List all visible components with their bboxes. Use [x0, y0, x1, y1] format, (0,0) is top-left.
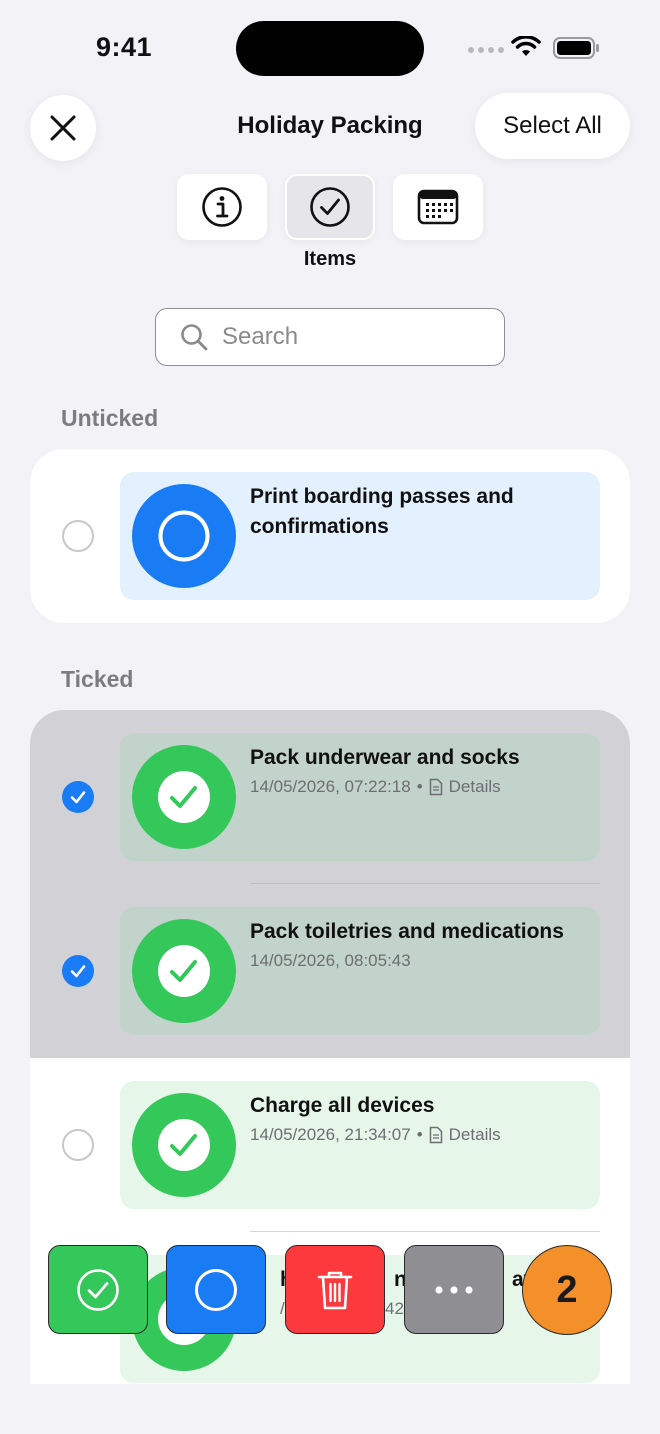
untick-icon [195, 1268, 237, 1311]
tick-selected-button[interactable] [48, 1245, 148, 1334]
select-all-button[interactable]: Select All [475, 93, 630, 159]
selected-count-badge: 2 [522, 1245, 612, 1335]
checkmark-icon [70, 965, 86, 978]
list-item[interactable]: Print boarding passes and confirmations [120, 472, 600, 600]
search-field[interactable]: Search [155, 308, 505, 366]
separator-dot: • [416, 777, 423, 796]
row-select-radio[interactable] [62, 955, 94, 987]
tab-items-label: Items [303, 248, 357, 270]
item-date-fragment: 42 [385, 1299, 404, 1318]
unticked-list: Print boarding passes and confirmations [30, 449, 630, 623]
row-select-radio[interactable] [62, 520, 94, 552]
details-link[interactable]: Details [449, 777, 501, 797]
dynamic-island [236, 21, 424, 76]
separator-dot: • [416, 1125, 423, 1144]
info-icon [202, 187, 242, 227]
tick-status-icon[interactable] [132, 919, 236, 1023]
item-date: 14/05/2026, 08:05:43 [250, 951, 411, 970]
calendar-icon [417, 189, 459, 225]
item-title: Charge all devices [250, 1094, 435, 1117]
checkmark-icon [70, 791, 86, 804]
list-item[interactable]: Pack toiletries and medications 14/05/20… [120, 907, 600, 1035]
item-title: Print boarding passes and confirmations [250, 485, 514, 538]
untick-status-icon[interactable] [132, 484, 236, 588]
battery-icon [553, 37, 599, 59]
row-select-radio[interactable] [62, 781, 94, 813]
row-select-radio[interactable] [62, 1129, 94, 1161]
item-title: Pack toiletries and medications [250, 920, 564, 943]
list-item[interactable]: Charge all devices 14/05/2026, 21:34:07 … [120, 1081, 600, 1209]
more-actions-button[interactable] [404, 1245, 504, 1334]
document-icon [429, 778, 442, 796]
row-divider [250, 883, 600, 884]
checkmark-circle-icon [310, 187, 350, 227]
trash-icon [317, 1271, 353, 1309]
search-placeholder: Search [222, 323, 299, 350]
tick-status-icon[interactable] [132, 1093, 236, 1197]
cellular-signal-icon [468, 47, 504, 53]
item-title: Pack underwear and socks [250, 746, 520, 769]
item-date: 14/05/2026, 21:34:07 [250, 1125, 411, 1144]
document-icon [429, 1126, 442, 1144]
tick-icon [77, 1268, 119, 1311]
row-divider [250, 1231, 600, 1232]
item-date: 14/05/2026, 07:22:18 [250, 777, 411, 796]
search-icon [181, 324, 208, 351]
untick-selected-button[interactable] [166, 1245, 266, 1334]
details-link[interactable]: Details [449, 1125, 501, 1145]
tick-status-icon[interactable] [132, 745, 236, 849]
tab-items[interactable] [285, 174, 375, 240]
list-item[interactable]: Pack underwear and socks 14/05/2026, 07:… [120, 733, 600, 861]
more-icon [435, 1285, 473, 1294]
status-time: 9:41 [96, 32, 153, 62]
section-header-unticked: Unticked [61, 405, 159, 431]
section-header-ticked: Ticked [61, 666, 134, 692]
tab-calendar[interactable] [393, 174, 483, 240]
tab-info[interactable] [177, 174, 267, 240]
delete-selected-button[interactable] [285, 1245, 385, 1334]
wifi-icon [511, 36, 541, 56]
